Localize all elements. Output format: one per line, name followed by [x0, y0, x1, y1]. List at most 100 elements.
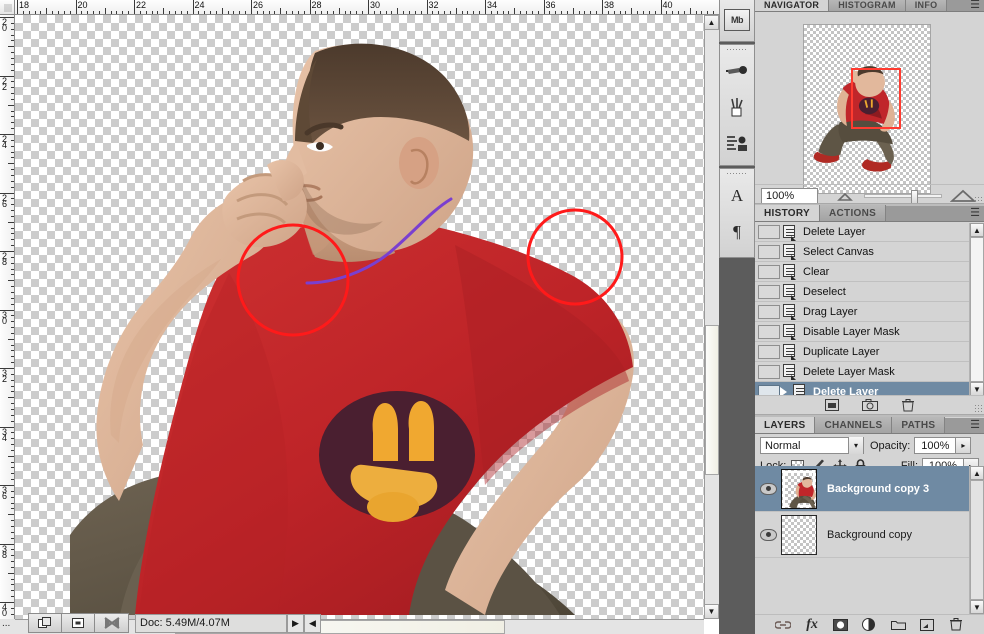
doc-info-prev-arrow[interactable]: ◀: [304, 613, 321, 633]
layers-scroll-down-button[interactable]: ▼: [970, 600, 984, 614]
paragraph-panel-icon[interactable]: ¶: [720, 214, 754, 250]
navigator-panel-menu-icon[interactable]: ☰: [970, 0, 980, 11]
tab-paths[interactable]: PATHS: [892, 417, 946, 433]
dock-grab-handle[interactable]: [720, 45, 754, 54]
opacity-input[interactable]: 100%: [914, 437, 957, 454]
tab-navigator[interactable]: NAVIGATOR: [755, 0, 830, 11]
history-panel-menu-icon[interactable]: ☰: [970, 208, 980, 219]
history-state-row[interactable]: Drag Layer: [755, 302, 984, 322]
link-layers-icon[interactable]: [775, 618, 792, 632]
doc-info-next-arrow[interactable]: ▶: [287, 613, 304, 633]
document-info[interactable]: Doc: 5.49M/4.07M: [135, 613, 287, 633]
history-source-checkbox[interactable]: [758, 225, 780, 239]
history-source-checkbox[interactable]: [758, 244, 780, 259]
ruler-label: 26: [253, 0, 264, 10]
screen-mode-buttons[interactable]: [28, 613, 129, 633]
layer-style-fx-icon[interactable]: fx: [804, 617, 820, 632]
character-panel-icon[interactable]: A: [720, 178, 754, 214]
layer-list[interactable]: Background copy 3 Background copy: [755, 466, 984, 614]
tab-channels[interactable]: CHANNELS: [815, 417, 893, 433]
tab-layers[interactable]: LAYERS: [755, 417, 816, 433]
history-resize-grip[interactable]: [974, 404, 982, 412]
history-source-checkbox[interactable]: [758, 344, 780, 359]
ruler-major-tick: [543, 0, 545, 14]
new-fill-adjustment-layer-icon[interactable]: [861, 617, 877, 632]
ruler-corner[interactable]: [0, 0, 15, 15]
full-screen-mode-icon[interactable]: [95, 614, 128, 632]
history-state-label: Delete Layer: [803, 226, 866, 238]
opacity-scrubber-arrow-icon[interactable]: ▸: [956, 437, 972, 454]
zoom-slider-track[interactable]: [864, 189, 942, 204]
measurement-log-icon[interactable]: Mb: [720, 0, 754, 41]
create-new-snapshot-icon[interactable]: [861, 398, 878, 412]
layer-visibility-toggle[interactable]: [755, 528, 781, 541]
full-screen-with-menu-mode-icon[interactable]: [62, 614, 95, 632]
layer-thumbnail[interactable]: [781, 514, 817, 555]
layer-thumbnail[interactable]: [781, 468, 817, 509]
history-source-checkbox[interactable]: [758, 284, 780, 299]
new-group-icon[interactable]: [890, 618, 906, 632]
ruler-label: 22: [1, 75, 7, 92]
history-source-checkbox[interactable]: [758, 364, 780, 379]
layers-scroll-up-button[interactable]: ▲: [970, 466, 984, 480]
brush-presets-icon[interactable]: [720, 54, 754, 90]
create-document-from-state-icon[interactable]: [824, 398, 840, 412]
horizontal-ruler[interactable]: 18202224262830323436384042: [15, 0, 719, 15]
vertical-ruler[interactable]: 2022242628303234363840: [0, 15, 15, 619]
history-state-row[interactable]: Delete Layer: [755, 223, 984, 242]
layers-panel-menu-icon[interactable]: ☰: [970, 420, 980, 431]
ruler-label: 30: [1, 309, 7, 326]
history-scroll-up-button[interactable]: ▲: [970, 223, 984, 237]
history-state-row[interactable]: Select Canvas: [755, 242, 984, 262]
dock-grab-handle-2[interactable]: [720, 169, 754, 178]
history-state-row[interactable]: Disable Layer Mask: [755, 322, 984, 342]
add-layer-mask-icon[interactable]: [833, 618, 849, 632]
layers-scrollbar[interactable]: ▲ ▼: [969, 466, 984, 614]
canvas-area[interactable]: [15, 15, 704, 619]
tool-presets-icon[interactable]: [720, 90, 754, 126]
navigator-thumbnail-area[interactable]: [755, 12, 984, 194]
layer-row-selected[interactable]: Background copy 3: [755, 466, 984, 512]
history-state-row[interactable]: Deselect: [755, 282, 984, 302]
history-state-row[interactable]: Clear: [755, 262, 984, 282]
navigator-panel: NAVIGATOR HISTOGRAM INFO ☰ 100%: [755, 0, 984, 206]
history-source-checkbox[interactable]: [758, 324, 780, 339]
zoom-level-input[interactable]: 100%: [761, 187, 818, 204]
ruler-label: 30: [370, 0, 381, 10]
zoom-slider-knob[interactable]: [911, 189, 918, 204]
chevron-down-icon[interactable]: ▾: [848, 437, 863, 454]
history-state-label: Duplicate Layer: [803, 345, 880, 358]
zoom-slider-group[interactable]: [836, 189, 978, 204]
clone-source-icon[interactable]: [720, 126, 754, 162]
history-scroll-thumb[interactable]: [970, 237, 984, 382]
tab-histogram[interactable]: HISTOGRAM: [829, 0, 906, 11]
history-state-row[interactable]: Duplicate Layer: [755, 342, 984, 362]
delete-state-icon[interactable]: [900, 398, 916, 412]
history-source-checkbox[interactable]: [758, 304, 780, 319]
document-info-arrows[interactable]: ▶ ◀: [287, 613, 321, 633]
canvas-vertical-scrollbar[interactable]: ▲ ▼: [704, 15, 719, 619]
tab-info[interactable]: INFO: [905, 0, 948, 11]
scroll-up-button[interactable]: ▲: [704, 15, 719, 30]
standard-screen-mode-icon[interactable]: [29, 614, 62, 632]
tab-actions[interactable]: ACTIONS: [820, 205, 887, 221]
history-scrollbar[interactable]: ▲ ▼: [969, 223, 984, 396]
history-state-row[interactable]: Delete Layer Mask: [755, 362, 984, 382]
history-state-list[interactable]: Delete Layer Select Canvas Clear Deselec…: [755, 223, 984, 396]
layer-row[interactable]: Background copy: [755, 512, 984, 558]
tab-history[interactable]: HISTORY: [755, 205, 820, 221]
history-state-row-selected[interactable]: Delete Layer: [755, 382, 984, 396]
vertical-scroll-thumb[interactable]: [705, 325, 719, 475]
zoom-out-icon[interactable]: [836, 190, 856, 202]
new-layer-icon[interactable]: [919, 618, 935, 632]
ruler-label: 36: [1, 485, 7, 501]
layer-visibility-toggle[interactable]: [755, 482, 781, 495]
navigator-thumbnail: [803, 24, 931, 194]
scroll-down-button[interactable]: ▼: [704, 604, 719, 619]
layers-scroll-thumb[interactable]: [970, 480, 984, 600]
history-state-icon: [782, 304, 798, 320]
history-scroll-down-button[interactable]: ▼: [970, 382, 984, 396]
blend-mode-select[interactable]: Normal ▾: [760, 437, 864, 454]
history-source-checkbox[interactable]: [758, 264, 780, 279]
delete-layer-icon[interactable]: [948, 618, 964, 632]
